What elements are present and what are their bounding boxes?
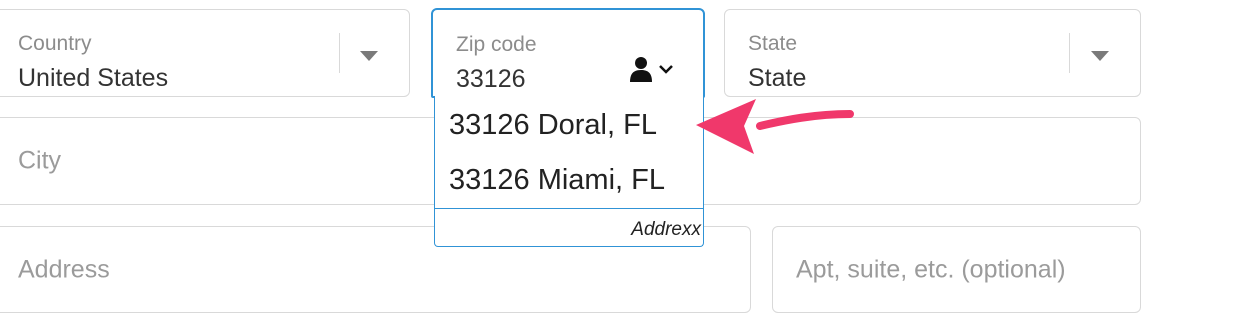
zip-suggestions-dropdown: 33126 Doral, FL 33126 Miami, FL Addrexx [434,96,704,247]
dropdown-divider [435,208,703,209]
arrow-pointer-icon [696,99,854,154]
person-icon[interactable] [630,56,678,82]
apt-placeholder: Apt, suite, etc. (optional) [796,255,1066,283]
country-label: Country [18,32,92,55]
provider-brand: Addrexx [631,219,701,240]
country-value: United States [18,64,169,92]
state-label: State [748,32,798,55]
chevron-down-icon[interactable] [360,51,378,61]
suggestion-item[interactable]: 33126 Doral, FL [449,111,657,140]
state-value: State [748,64,807,92]
country-select[interactable]: Country United States [0,9,410,97]
zip-code-input[interactable]: 33126 [456,67,526,92]
zip-code-field[interactable]: Zip code 33126 [431,8,705,98]
state-select[interactable]: State State [724,9,1141,97]
suggestion-item[interactable]: 33126 Miami, FL [449,166,665,195]
select-divider [339,33,340,73]
city-placeholder: City [18,146,62,175]
chevron-down-icon [659,65,673,74]
address-placeholder: Address [18,255,110,283]
apt-field[interactable]: Apt, suite, etc. (optional) [772,226,1141,313]
zip-code-label: Zip code [456,33,537,56]
chevron-down-icon[interactable] [1091,51,1109,61]
select-divider [1069,33,1070,73]
